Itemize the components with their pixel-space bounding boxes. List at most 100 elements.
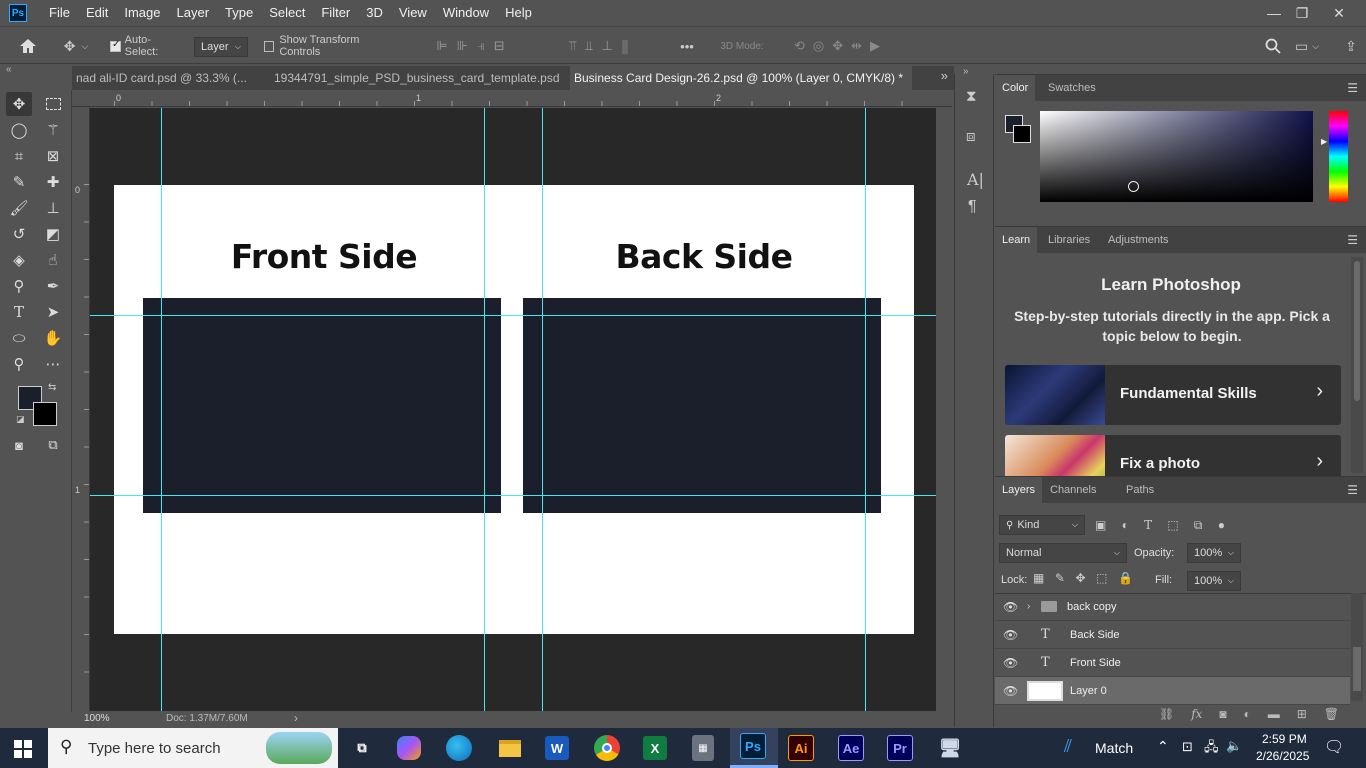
guide-line[interactable] — [90, 315, 936, 316]
align-icons[interactable]: ⊫⊪⫣⊟ — [420, 35, 530, 57]
tab-layers[interactable]: Layers — [995, 477, 1043, 503]
front-card-rectangle[interactable] — [143, 298, 501, 513]
filter-toggle-icon[interactable]: ● — [1218, 518, 1225, 532]
panel-menu-icon[interactable]: ☰ — [1347, 233, 1358, 247]
layer-row-front-side[interactable]: 👁 T Front Side — [995, 649, 1350, 677]
3d-mode-icons[interactable]: ⟲◎✥⇹▶ — [776, 35, 906, 57]
clock-time[interactable]: 2:59 PM — [1262, 732, 1307, 746]
weather-icon[interactable]: ⫽ — [1064, 736, 1086, 760]
link-layers-icon[interactable]: ⛓ — [1159, 707, 1174, 721]
swap-colors-icon[interactable]: ⇆ — [48, 382, 56, 393]
zoom-tool-icon[interactable]: ⚲ — [6, 352, 32, 376]
tab-business-card-design[interactable]: Business Card Design-26.2.psd @ 100% (La… — [570, 66, 912, 90]
layer-filter-dropdown[interactable]: ⚲ Kind ⌵ — [999, 515, 1085, 535]
hue-slider-handle[interactable]: ▶ — [1321, 137, 1327, 146]
weather-text[interactable]: Match — [1095, 740, 1133, 756]
menu-select[interactable]: Select — [261, 0, 313, 26]
guide-line[interactable] — [90, 495, 936, 496]
filter-pixel-icon[interactable]: ▣ — [1095, 518, 1106, 532]
close-button[interactable]: ✕ — [1322, 0, 1356, 26]
restore-button[interactable]: ❐ — [1285, 0, 1319, 26]
after-effects-icon[interactable]: Ae — [838, 735, 864, 761]
type-tool-icon[interactable]: T — [6, 300, 32, 324]
3d-panel-icon[interactable]: ⧈ — [966, 128, 976, 145]
lock-position-icon[interactable]: ✥ — [1076, 571, 1086, 585]
tray-app-icon[interactable]: ⊡ — [1182, 739, 1193, 755]
expand-panels-icon[interactable]: » — [963, 66, 969, 77]
marquee-tool-icon[interactable] — [40, 92, 66, 116]
fill-input[interactable]: 100% ⌵ — [1187, 571, 1241, 591]
ellipse-tool-icon[interactable]: ⬭ — [6, 326, 32, 350]
learn-scrollbar[interactable] — [1351, 257, 1363, 473]
layer-row-layer-0[interactable]: 👁 Layer 0 — [995, 677, 1350, 705]
screen-mode-icon[interactable]: ⧉ — [40, 433, 66, 457]
visibility-eye-icon[interactable]: 👁 — [1003, 628, 1018, 642]
layer-style-icon[interactable]: fx — [1191, 707, 1202, 721]
new-layer-icon[interactable]: ⊞ — [1297, 707, 1307, 721]
new-group-icon[interactable]: ▬ — [1268, 707, 1280, 721]
smudge-tool-icon[interactable]: ☝ — [40, 248, 66, 272]
scrollbar-thumb[interactable] — [1353, 647, 1361, 691]
canvas-scrollbar[interactable] — [936, 108, 952, 711]
more-tools-icon[interactable]: ⋯ — [40, 352, 66, 376]
more-options-icon[interactable]: ••• — [674, 35, 700, 57]
tab-color[interactable]: Color — [995, 75, 1036, 101]
layer-filter-icons[interactable]: ▣ ◐ T ⬚ ⧉ ● — [1095, 515, 1225, 535]
add-mask-icon[interactable]: ◙ — [1219, 707, 1226, 721]
guide-line[interactable] — [542, 108, 543, 711]
tab-adjustments[interactable]: Adjustments — [1101, 227, 1176, 253]
tabs-overflow-icon[interactable]: » — [941, 68, 948, 83]
edge-browser-icon[interactable] — [446, 735, 472, 761]
expand-group-icon[interactable]: › — [1027, 601, 1030, 612]
filter-shape-icon[interactable]: ⬚ — [1167, 518, 1178, 532]
illustrator-icon[interactable]: Ai — [788, 735, 814, 761]
status-menu-icon[interactable]: › — [294, 711, 298, 725]
collapse-toolbar-icon[interactable]: « — [6, 64, 12, 75]
eyedropper-tool-icon[interactable]: ✎ — [6, 170, 32, 194]
healing-brush-icon[interactable]: ✚ — [40, 170, 66, 194]
menu-view[interactable]: View — [391, 0, 435, 26]
menu-filter[interactable]: Filter — [313, 0, 358, 26]
fundamental-skills-card[interactable]: Fundamental Skills › — [1005, 365, 1341, 425]
panel-menu-icon[interactable]: ☰ — [1347, 483, 1358, 497]
tab-paths[interactable]: Paths — [1119, 477, 1161, 503]
lock-image-icon[interactable]: ✎ — [1055, 571, 1065, 585]
panel-menu-icon[interactable]: ☰ — [1347, 81, 1358, 95]
tab-libraries[interactable]: Libraries — [1041, 227, 1097, 253]
task-view-icon[interactable]: ⧉ — [348, 734, 376, 762]
hue-slider[interactable] — [1329, 111, 1348, 202]
file-explorer-icon[interactable] — [496, 734, 524, 762]
network-icon[interactable]: 🖧 — [1204, 738, 1219, 760]
auto-select-checkbox[interactable]: Auto-Select: — [110, 34, 182, 58]
show-transform-controls-checkbox[interactable]: Show Transform Controls — [264, 34, 394, 58]
volume-icon[interactable]: 🔈 — [1226, 738, 1242, 754]
distribute-icons[interactable]: ⫪⫫⊥⫼ — [548, 35, 658, 57]
workspace-icon[interactable]: ▭ ⌵ — [1292, 35, 1322, 57]
back-side-heading[interactable]: Back Side — [554, 237, 854, 276]
tab-business-card-template[interactable]: 19344791_simple_PSD_business_card_templa… — [270, 66, 562, 90]
scrollbar-thumb[interactable] — [1354, 261, 1360, 401]
menu-layer[interactable]: Layer — [169, 0, 218, 26]
back-card-rectangle[interactable] — [523, 298, 881, 513]
quick-mask-icon[interactable]: ◙ — [6, 433, 32, 457]
menu-file[interactable]: File — [41, 0, 78, 26]
menu-help[interactable]: Help — [497, 0, 540, 26]
taskbar-search-box[interactable]: ⚲ Type here to search — [48, 728, 338, 768]
copilot-icon[interactable] — [397, 736, 421, 760]
word-icon[interactable]: W — [545, 736, 569, 760]
adjustment-layer-icon[interactable]: ◐ — [1244, 707, 1251, 721]
tab-channels[interactable]: Channels — [1043, 477, 1103, 503]
document-canvas[interactable]: Front Side Back Side — [114, 185, 914, 634]
tab-id-card[interactable]: nad ali-ID card.psd @ 33.3% (... × — [72, 66, 262, 90]
zoom-level[interactable]: 100% — [84, 713, 110, 724]
guide-line[interactable] — [484, 108, 485, 711]
remote-desktop-icon[interactable]: 🖥 — [936, 734, 964, 762]
auto-select-dropdown[interactable]: Layer ⌵ — [194, 37, 248, 57]
filter-adjustment-icon[interactable]: ◐ — [1122, 518, 1129, 532]
calculator-icon[interactable]: ▦ — [692, 735, 714, 761]
tray-chevron-icon[interactable]: ⌃ — [1157, 738, 1169, 755]
chrome-icon[interactable] — [594, 735, 620, 761]
filter-smart-object-icon[interactable]: ⧉ — [1194, 518, 1203, 533]
color-picker-cursor[interactable] — [1128, 181, 1139, 192]
home-icon[interactable] — [16, 35, 40, 57]
